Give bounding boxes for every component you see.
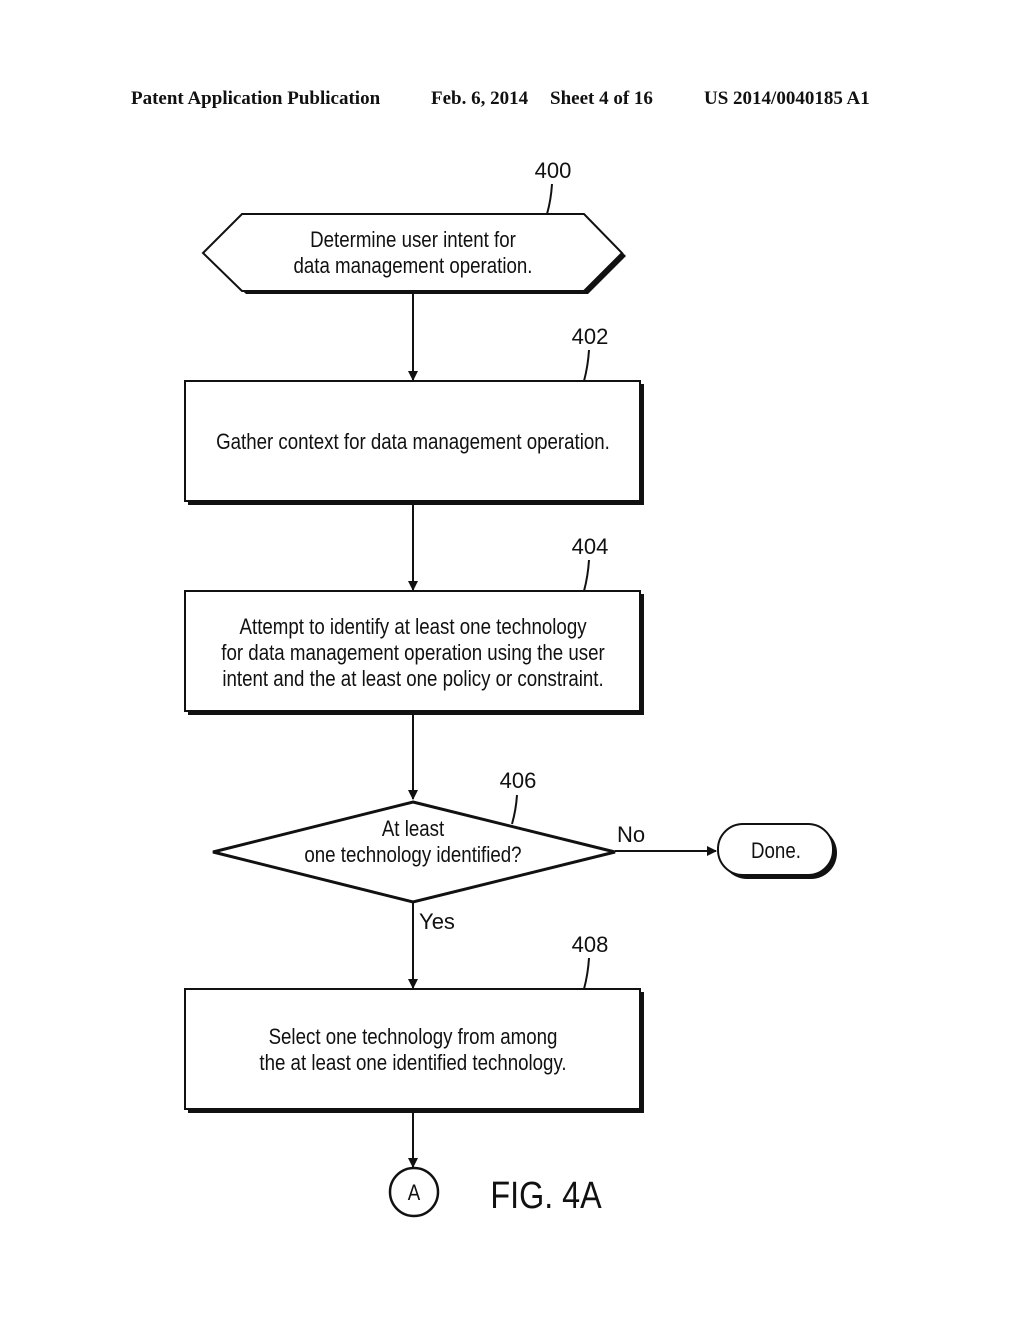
node-404: Attempt to identify at least one technol… [184, 534, 644, 715]
node-402: Gather context for data management opera… [184, 324, 644, 505]
edge-yes-label: Yes [419, 909, 455, 934]
node-400-line-2: data management operation. [294, 255, 533, 279]
node-400-line-1: Determine user intent for [310, 229, 516, 253]
node-406-line-2: one technology identified? [304, 844, 521, 868]
ref-402: 402 [572, 324, 609, 349]
node-408: Select one technology from among the at … [184, 932, 644, 1113]
ref-400: 400 [535, 158, 572, 183]
node-408-line-2: the at least one identified technology. [259, 1052, 566, 1076]
connector-a: A [388, 1166, 440, 1218]
edge-no-label: No [617, 822, 645, 847]
node-done-label: Done. [751, 840, 801, 864]
node-404-line-1: Attempt to identify at least one technol… [240, 616, 588, 640]
ref-406: 406 [500, 768, 537, 793]
ref-408: 408 [572, 932, 609, 957]
connector-a-label: A [408, 1182, 421, 1206]
node-404-line-2: for data management operation using the … [221, 642, 605, 666]
leader-408 [583, 957, 590, 990]
node-done: Done. [717, 823, 837, 879]
node-404-line-3: intent and the at least one policy or co… [222, 668, 603, 692]
figure-label: FIG. 4A [490, 1175, 602, 1217]
node-408-line-1: Select one technology from among [269, 1026, 558, 1050]
node-406-line-1: At least [382, 818, 445, 842]
node-402-line-1: Gather context for data management opera… [216, 431, 610, 455]
leader-402 [583, 349, 590, 382]
ref-404: 404 [572, 534, 609, 559]
flowchart: Determine user intent for data managemen… [184, 158, 837, 1218]
leader-404 [583, 559, 590, 592]
leader-406 [511, 794, 518, 825]
node-400: Determine user intent for data managemen… [201, 158, 626, 294]
node-400-shape [201, 213, 624, 292]
leader-400 [546, 183, 553, 215]
